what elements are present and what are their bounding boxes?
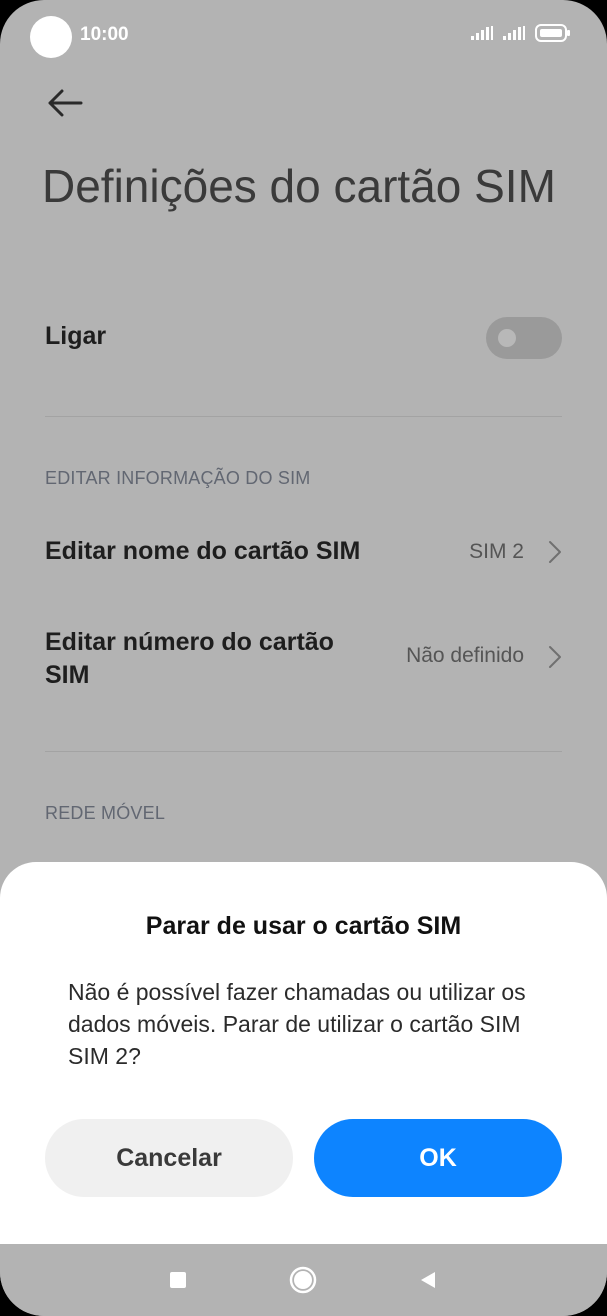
back-icon [421,1272,435,1288]
recent-apps-button[interactable] [162,1264,194,1296]
status-bar: 10:00 [0,0,607,72]
battery-icon [535,24,570,42]
chevron-right-icon [549,646,561,668]
status-time: 10:00 [80,24,129,45]
nav-back-button[interactable] [412,1264,444,1296]
dialog-title: Parar de usar o cartão SIM [145,912,462,940]
phone-screen: 10:00 Definições do cartão SIM Ligar EDI… [0,0,607,1316]
edit-sim-name-label: Editar nome do cartão SIM [45,537,361,565]
section-header-edit-info: EDITAR INFORMAÇÃO DO SIM [45,468,311,488]
divider [45,416,562,417]
status-icons [471,24,571,42]
camera-cutout [30,16,72,58]
dialog-message: Não é possível fazer chamadas ou utiliza… [68,979,526,1069]
recent-apps-icon [170,1272,186,1288]
section-header-mobile-network: REDE MÓVEL [45,803,166,823]
navigation-bar [0,1244,607,1316]
signal-icon [503,26,525,40]
sim-number-value: Não definido [406,644,524,667]
chevron-right-icon [549,541,561,563]
page-title: Definições do cartão SIM [42,160,556,212]
edit-sim-name-row[interactable]: Editar nome do cartão SIM SIM 2 [45,525,562,581]
ok-button[interactable]: OK [314,1119,562,1197]
signal-icon [471,26,493,40]
confirm-dialog: Parar de usar o cartão SIM Não é possíve… [0,862,607,1244]
back-button[interactable] [42,80,88,126]
edit-sim-number-label: Editar número do cartão SIM [45,628,334,689]
home-icon [289,1266,317,1294]
sim-name-value: SIM 2 [469,540,524,563]
arrow-left-icon [48,89,83,117]
divider [45,751,562,752]
toggle-knob [498,329,516,347]
power-toggle[interactable] [486,317,562,359]
power-toggle-row[interactable]: Ligar [45,308,562,372]
home-button[interactable] [287,1264,319,1296]
edit-sim-number-row[interactable]: Editar número do cartão SIM Não definido [45,622,562,694]
power-label: Ligar [45,322,107,350]
cancel-button[interactable]: Cancelar [45,1119,293,1197]
